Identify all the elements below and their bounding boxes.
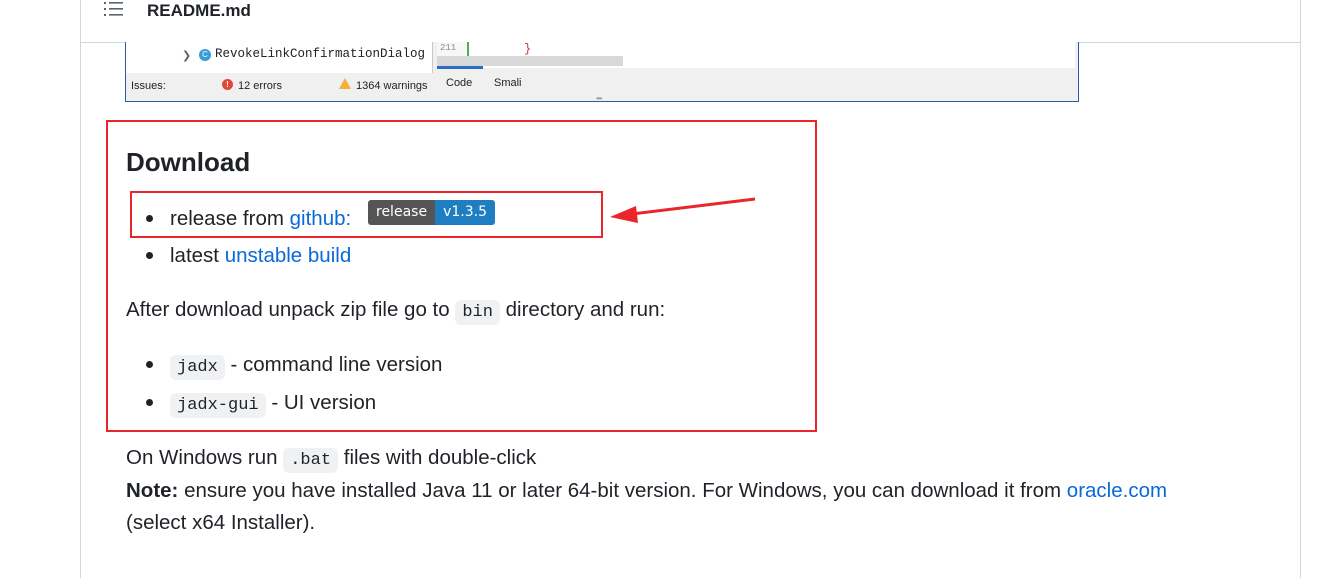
code-text: } [524,42,532,56]
line-number: 211 [440,43,457,53]
note-label: Note: [126,479,179,502]
windows-text-before: On Windows run [126,446,284,469]
download-highlight-box [106,120,817,432]
windows-text-after: files with double-click [338,446,537,469]
file-name: README.md [147,1,251,20]
list-unordered-icon[interactable] [103,0,125,20]
release-highlight-box [130,191,603,238]
annotation-arrow-icon [610,197,756,223]
class-tree-panel: ❯ C RevokeLinkConfirmationDialog [126,42,433,73]
tree-item-label: RevokeLinkConfirmationDialog [215,47,426,61]
oracle-link[interactable]: oracle.com [1067,479,1167,502]
errors-count: 12 errors [238,80,283,92]
note-text: ensure you have installed Java 11 or lat… [178,479,1067,502]
active-tab-indicator [437,66,483,69]
tab-smali: Smali [494,77,522,89]
note-continued: (select x64 Installer). [126,511,316,534]
file-header: README.md [81,0,1300,43]
warnings-count: 1364 warnings [356,80,428,92]
note-paragraph: Note: ensure you have installed Java 11 … [126,478,1167,504]
issues-status-bar: Issues: ! 12 errors 1364 warnings Code S… [126,74,1078,102]
chevron-right-icon: ❯ [182,50,192,62]
horizontal-scrollbar [437,56,623,66]
error-icon: ! [222,79,233,90]
bat-code: .bat [283,448,339,473]
jadx-gui-screenshot: ❯ C RevokeLinkConfirmationDialog 211 } I… [125,42,1079,102]
class-icon: C [199,49,211,61]
issues-label: Issues: [131,80,166,92]
windows-paragraph: On Windows run .bat files with double-cl… [126,445,536,474]
tab-code: Code [446,77,473,89]
resize-handle-icon: ••• [596,94,602,102]
warning-icon [339,78,351,89]
